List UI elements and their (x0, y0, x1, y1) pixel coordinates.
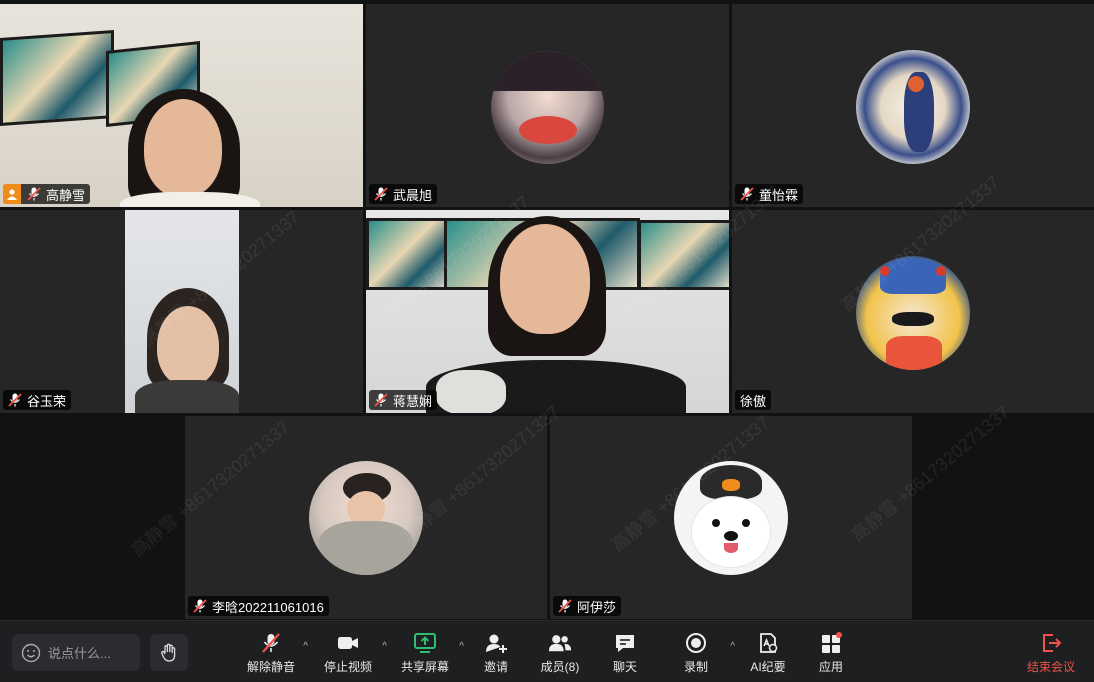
participant-face (144, 99, 222, 197)
avatar (856, 50, 970, 164)
invite-button[interactable]: 邀请 (461, 631, 531, 677)
participant-face (500, 224, 590, 334)
end-meeting-label: 结束会议 (1026, 660, 1075, 674)
apps-button[interactable]: 应用 (796, 631, 866, 677)
name-tag: 童怡霖 (735, 184, 804, 204)
name-tag: 李晗202211061016 (188, 596, 329, 616)
chat-label: 聊天 (612, 660, 637, 674)
ai-notes-icon (756, 631, 780, 655)
mic-muted-icon (27, 187, 41, 201)
name-tag: 徐傲 (735, 390, 772, 410)
video-tile-guyurong[interactable]: 谷玉荣 (0, 210, 363, 413)
video-feed-painting (366, 218, 452, 290)
unmute-label: 解除静音 (246, 660, 295, 674)
mic-muted-icon (259, 631, 283, 655)
quick-chat-input[interactable]: 说点什么... (12, 634, 140, 671)
exit-icon (1039, 631, 1063, 655)
mic-muted-icon (740, 187, 754, 201)
record-button[interactable]: 录制 ^ (661, 631, 735, 677)
members-icon (548, 631, 572, 655)
name-tag: 武晨旭 (369, 184, 438, 204)
record-icon (684, 631, 708, 655)
share-screen-icon (413, 631, 437, 655)
name-tag: 高静雪 (3, 184, 91, 204)
participant-name: 阿伊莎 (577, 599, 617, 615)
mic-muted-icon (558, 599, 572, 613)
chat-icon (613, 631, 637, 655)
video-tile-lihan[interactable]: 李晗202211061016 (185, 416, 547, 619)
chevron-up-icon[interactable]: ^ (303, 641, 308, 652)
ai-summary-label: AI纪要 (750, 660, 786, 674)
add-user-icon (484, 631, 508, 655)
video-tile-xuao[interactable]: 徐傲 (732, 210, 1094, 413)
host-icon (3, 184, 21, 204)
raise-hand-button[interactable] (150, 634, 188, 671)
members-button[interactable]: 成员(8) (525, 631, 595, 677)
participant-name: 徐傲 (740, 393, 767, 409)
video-feed-painting (0, 30, 114, 126)
stop-video-button[interactable]: 停止视频 ^ (313, 631, 387, 677)
emoji-icon (21, 643, 41, 662)
video-feed (125, 210, 239, 413)
members-label: 成员(8) (540, 660, 580, 674)
apps-label: 应用 (818, 660, 843, 674)
meeting-toolbar: 说点什么... 解除静音 ^ 停止视频 ^ 共享屏幕 ^ 邀请 成员(8) 聊天… (0, 620, 1094, 682)
participant-name: 蒋慧娴 (393, 393, 433, 409)
chat-button[interactable]: 聊天 (590, 631, 660, 677)
ai-summary-button[interactable]: AI纪要 (733, 631, 803, 677)
video-tile-tongyilin[interactable]: 童怡霖 (732, 4, 1094, 207)
mic-muted-icon (193, 599, 207, 613)
participant-name: 谷玉荣 (27, 393, 67, 409)
record-label: 录制 (683, 660, 708, 674)
participant-name: 武晨旭 (393, 187, 433, 203)
mic-muted-icon (374, 393, 388, 407)
unmute-button[interactable]: 解除静音 ^ (236, 631, 308, 677)
participant-name: 高静雪 (46, 187, 86, 203)
chat-placeholder: 说点什么... (48, 646, 111, 661)
avatar (491, 51, 604, 164)
participant-name: 李晗202211061016 (212, 599, 324, 615)
mic-muted-icon (8, 393, 22, 407)
raise-hand-icon (161, 643, 176, 662)
apps-grid-icon (819, 631, 843, 655)
video-feed-painting (638, 220, 729, 290)
chevron-up-icon[interactable]: ^ (382, 641, 387, 652)
invite-label: 邀请 (483, 660, 508, 674)
avatar (674, 461, 788, 575)
video-tile-gaojingxue[interactable]: 高静雪 (0, 4, 363, 207)
name-tag: 谷玉荣 (3, 390, 72, 410)
name-tag: 阿伊莎 (553, 596, 622, 616)
stop-video-label: 停止视频 (323, 660, 372, 674)
video-tile-jianghuixian[interactable]: 蒋慧娴 (366, 210, 729, 413)
share-screen-button[interactable]: 共享屏幕 ^ (390, 631, 464, 677)
participant-face (157, 306, 219, 386)
avatar (856, 256, 970, 370)
video-camera-icon (336, 631, 360, 655)
end-meeting-button[interactable]: 结束会议 (1016, 631, 1086, 677)
participant-name: 童怡霖 (759, 187, 799, 203)
share-screen-label: 共享屏幕 (400, 660, 449, 674)
name-tag: 蒋慧娴 (369, 390, 438, 410)
video-tile-ayisha[interactable]: 阿伊莎 (550, 416, 912, 619)
mic-muted-icon (374, 187, 388, 201)
video-tile-wuchenxu[interactable]: 武晨旭 (366, 4, 729, 207)
avatar (309, 461, 423, 575)
